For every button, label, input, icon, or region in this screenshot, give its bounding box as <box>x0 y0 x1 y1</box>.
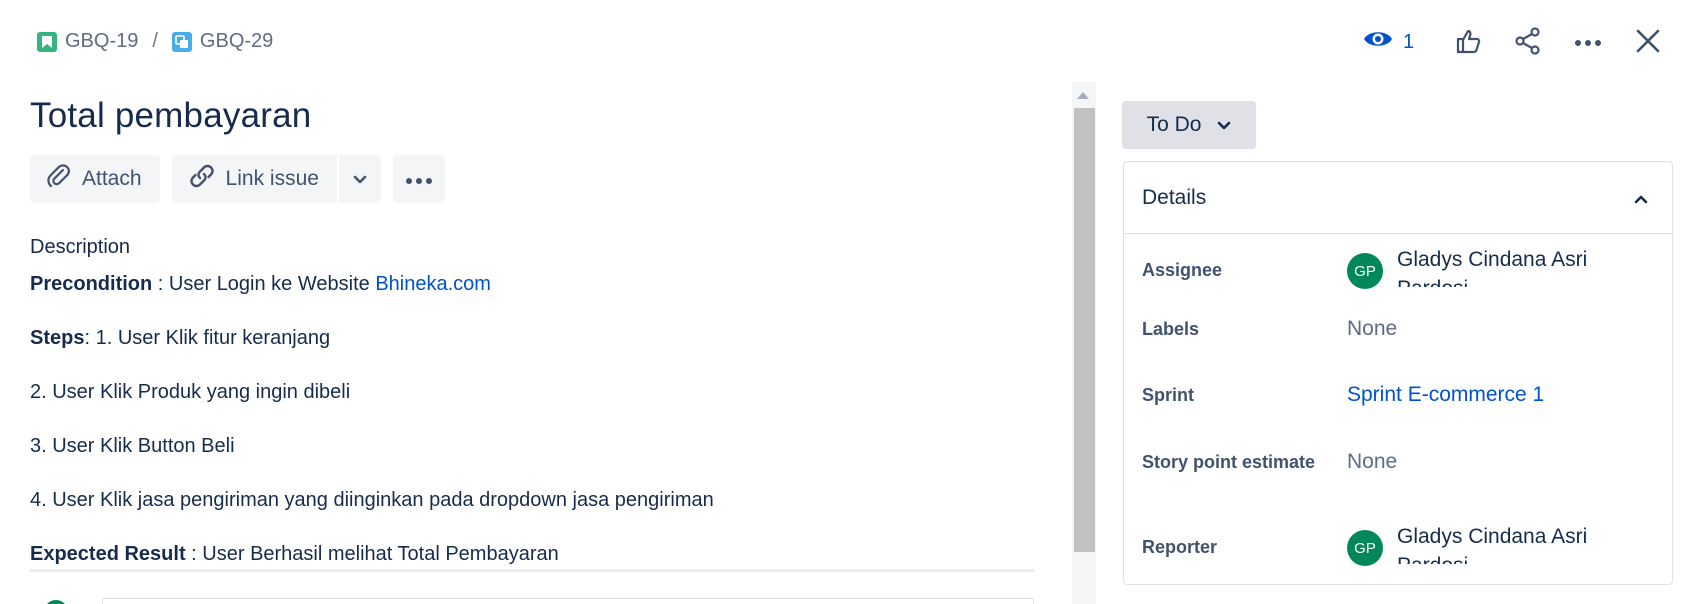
reporter-row: Reporter GP Gladys Cindana Asri Pardosi <box>1142 523 1652 571</box>
watch-count: 1 <box>1403 30 1415 53</box>
attach-button[interactable]: Attach <box>30 155 160 203</box>
sprint-link[interactable]: Sprint E-commerce 1 <box>1347 383 1544 407</box>
labels-row: Labels None <box>1142 314 1652 344</box>
expected-text: : User Berhasil melihat Total Pembayaran <box>185 543 559 565</box>
step-4: 4. User Klik jasa pengiriman yang diingi… <box>30 489 714 511</box>
reporter-label: Reporter <box>1142 536 1218 557</box>
attach-label: Attach <box>82 167 142 190</box>
link-issue-label: Link issue <box>225 167 319 190</box>
assignee-row: Assignee GP Gladys Cindana Asri Pardosi <box>1142 246 1652 294</box>
watch-button[interactable]: 1 <box>1363 28 1414 56</box>
more-icon <box>1574 34 1602 52</box>
expected-line: Expected Result : User Berhasil melihat … <box>30 542 559 566</box>
details-title: Details <box>1142 185 1207 209</box>
avatar: GP <box>1347 253 1383 289</box>
reporter-field[interactable]: GP Gladys Cindana Asri Pardosi <box>1347 525 1617 566</box>
eye-icon <box>1363 28 1393 56</box>
sprint-label: Sprint <box>1142 384 1194 405</box>
breadcrumb-separator: / <box>152 30 158 52</box>
issue-title[interactable]: Total pembayaran <box>30 96 311 136</box>
share-icon <box>1514 26 1542 60</box>
chevron-down-icon <box>1217 113 1231 137</box>
close-button[interactable] <box>1631 26 1665 60</box>
issue-actions: 1 <box>1363 22 1685 62</box>
story-points-row: Story point estimate None <box>1142 447 1652 477</box>
toolbar-more-button[interactable] <box>392 155 445 203</box>
status-label: To Do <box>1146 113 1202 136</box>
issue-toolbar: Attach Link issue <box>30 155 445 203</box>
reporter-name: Gladys Cindana Asri Pardosi <box>1397 525 1588 564</box>
breadcrumb-current[interactable]: GBQ-29 <box>171 30 274 53</box>
labels-label: Labels <box>1142 318 1200 339</box>
share-button[interactable] <box>1511 26 1545 60</box>
assignee-field[interactable]: GP Gladys Cindana Asri Pardosi <box>1347 248 1617 289</box>
breadcrumb-parent-key: GBQ-19 <box>65 30 139 52</box>
subtask-icon <box>171 31 192 52</box>
avatar: GP <box>1347 530 1383 566</box>
scrollbar-thumb[interactable] <box>1074 108 1095 552</box>
breadcrumb-parent[interactable]: GBQ-19 <box>37 30 138 53</box>
breadcrumb: GBQ-19 / GBQ-29 <box>37 30 273 53</box>
chevron-down-icon <box>353 167 367 191</box>
breadcrumb-current-key: GBQ-29 <box>199 30 274 52</box>
assignee-name: Gladys Cindana Asri Pardosi <box>1397 248 1588 287</box>
labels-value[interactable]: None <box>1347 317 1397 341</box>
story-points-label: Story point estimate <box>1142 451 1316 472</box>
link-issue-split: Link issue <box>171 155 381 203</box>
precondition-label: Precondition <box>30 273 153 295</box>
step-3: 3. User Klik Button Beli <box>30 435 235 457</box>
details-header[interactable]: Details <box>1124 162 1672 234</box>
step-2: 2. User Klik Produk yang ingin dibeli <box>30 381 351 403</box>
precondition-link[interactable]: Bhineka.com <box>375 273 491 295</box>
avatar <box>44 600 68 604</box>
status-dropdown[interactable]: To Do <box>1122 101 1256 149</box>
paperclip-icon <box>46 163 72 195</box>
story-points-value[interactable]: None <box>1347 450 1397 474</box>
precondition-line: Precondition : User Login ke Website Bhi… <box>30 272 491 296</box>
like-button[interactable] <box>1451 26 1485 60</box>
more-icon <box>405 167 433 191</box>
steps-label: Steps <box>30 327 85 349</box>
close-icon <box>1636 29 1660 58</box>
link-issue-dropdown[interactable] <box>338 155 381 203</box>
expected-label: Expected Result <box>30 543 186 565</box>
precondition-text: : User Login ke Website <box>152 273 376 295</box>
comment-input[interactable] <box>102 598 1034 604</box>
scroll-up-arrow-icon[interactable] <box>1077 92 1089 99</box>
description-divider <box>30 569 1034 572</box>
story-icon <box>37 31 57 52</box>
description-label: Description <box>30 236 131 258</box>
steps-line: Steps: 1. User Klik fitur keranjang <box>30 326 330 350</box>
thumbs-up-icon <box>1455 28 1481 59</box>
link-icon <box>188 162 216 196</box>
sprint-row: Sprint Sprint E-commerce 1 <box>1142 380 1652 410</box>
details-panel: Details Assignee GP Gladys Cindana Asri … <box>1123 161 1673 585</box>
more-actions-button[interactable] <box>1571 26 1605 60</box>
step-1: : 1. User Klik fitur keranjang <box>84 327 331 349</box>
chevron-up-icon <box>1634 186 1648 210</box>
link-issue-button[interactable]: Link issue <box>171 155 337 203</box>
assignee-label: Assignee <box>1142 259 1223 280</box>
